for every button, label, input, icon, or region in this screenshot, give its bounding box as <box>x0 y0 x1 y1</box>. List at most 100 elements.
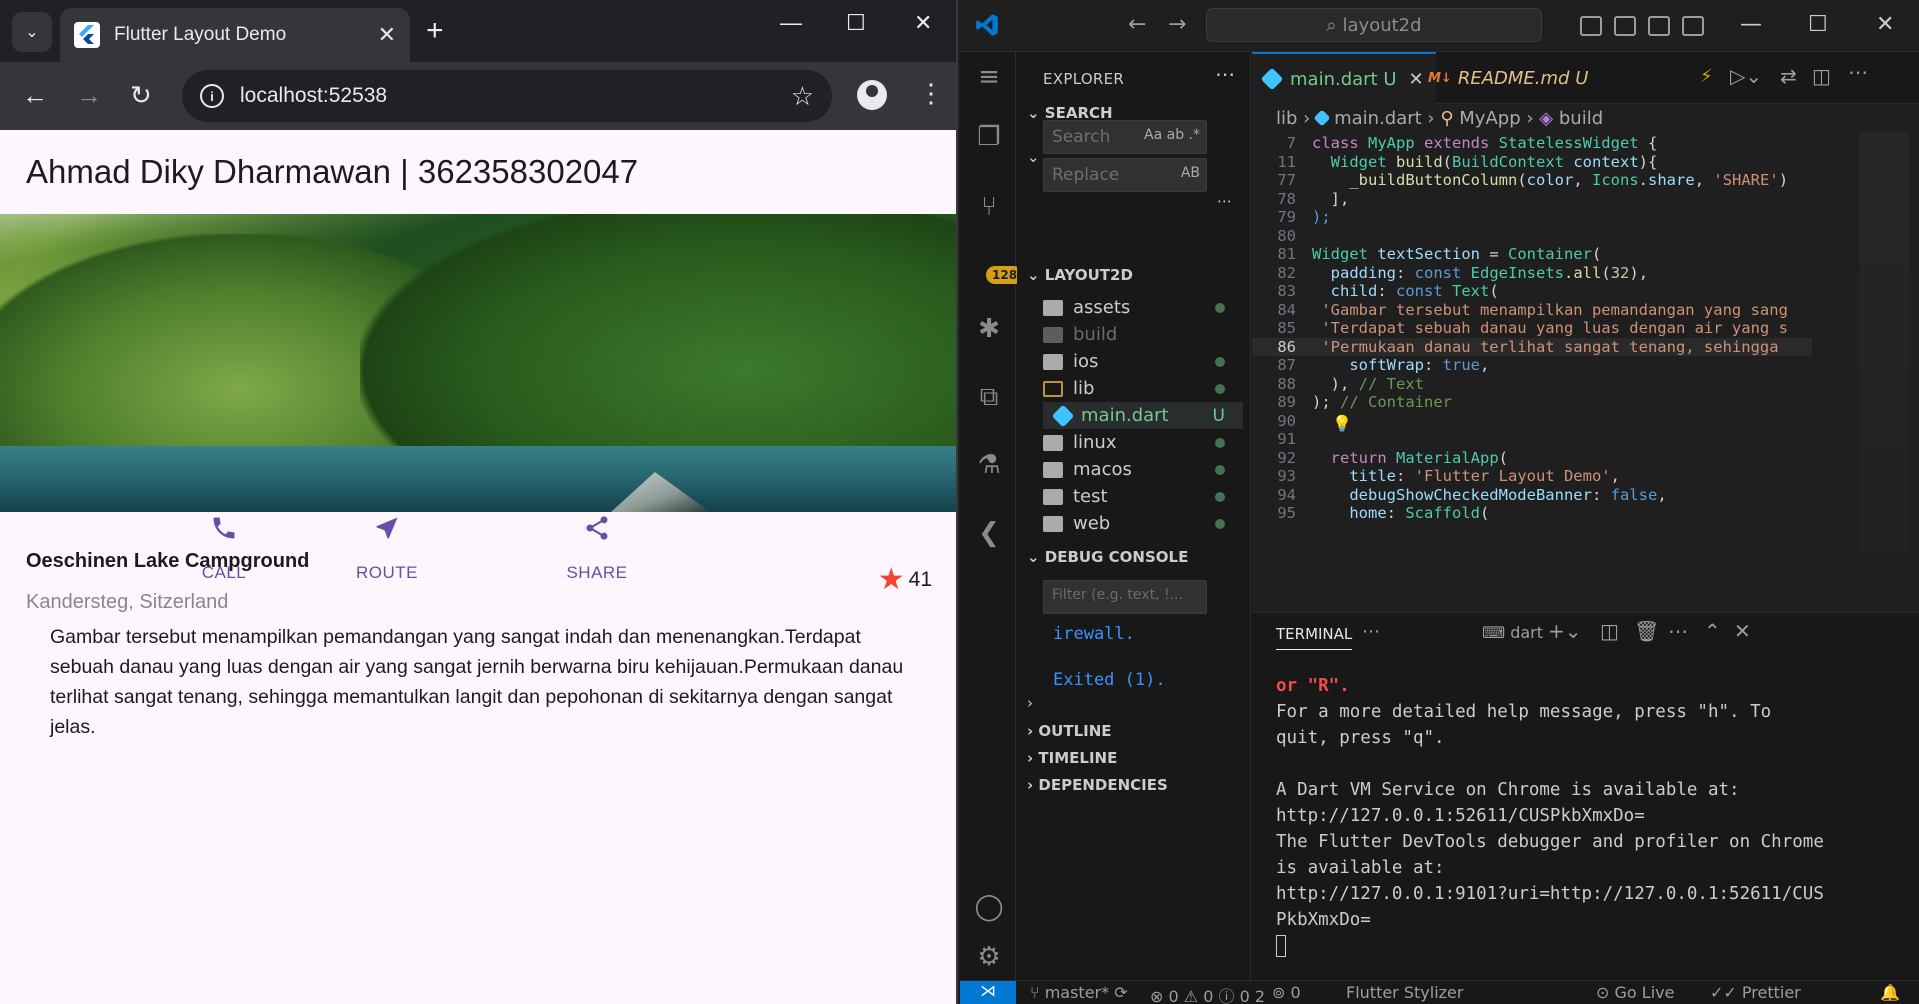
account-icon[interactable]: ◯ <box>974 892 1004 922</box>
replace-input[interactable]: Replace AB <box>1043 158 1207 192</box>
reload-icon[interactable]: ↻ <box>130 80 152 111</box>
console-filter-input[interactable]: Filter (e.g. text, !... <box>1043 580 1207 614</box>
tree-folder-ios[interactable]: ios <box>1043 348 1243 375</box>
tree-folder-test[interactable]: test <box>1043 483 1243 510</box>
flutter-stylizer-status[interactable]: Flutter Stylizer <box>1346 983 1463 1002</box>
terminal-tab[interactable]: TERMINAL <box>1276 625 1353 650</box>
toggle-secondary-sidebar-icon[interactable] <box>1648 16 1670 36</box>
menu-icon[interactable]: ≡ <box>974 62 1004 92</box>
close-tab-icon[interactable]: ✕ <box>378 22 396 48</box>
profile-avatar-icon[interactable] <box>857 80 887 110</box>
route-button[interactable]: ROUTE <box>317 507 457 583</box>
problems-status[interactable]: ⊗ 0 ⚠ 0 ⓘ 0 2 <box>1150 983 1265 1004</box>
tree-folder-linux[interactable]: linux <box>1043 429 1243 456</box>
tree-folder-build[interactable]: build <box>1043 321 1243 348</box>
extensions-icon[interactable]: ⧉ <box>974 382 1004 412</box>
nav-forward-icon[interactable]: → <box>1168 12 1186 37</box>
command-center[interactable]: ⌕ layout2d <box>1206 8 1542 42</box>
timeline-section-header[interactable]: › TIMELINE <box>1027 749 1117 767</box>
code-editor[interactable]: 7 class MyApp extends StatelessWidget { 1… <box>1252 134 1812 523</box>
tree-file-main-dart[interactable]: main.dart U <box>1043 402 1243 429</box>
terminal-line: A Dart VM Service on Chrome is available… <box>1276 780 1740 800</box>
toggle-primary-sidebar-icon[interactable] <box>1580 16 1602 36</box>
settings-gear-icon[interactable]: ⚙ <box>974 942 1004 972</box>
console-line: irewall. <box>1053 624 1135 644</box>
terminal-output[interactable]: or "R". For a more detailed help message… <box>1276 673 1876 959</box>
lightbulb-icon[interactable]: 💡 <box>1332 414 1352 433</box>
go-live-status[interactable]: ⊙ Go Live <box>1596 983 1674 1002</box>
tree-folder-assets[interactable]: assets <box>1043 294 1243 321</box>
new-terminal-icon[interactable]: +⌄ <box>1548 619 1582 643</box>
share-button[interactable]: SHARE <box>527 507 667 583</box>
tab-main-dart[interactable]: main.dart U ✕ <box>1252 52 1436 104</box>
maximize-panel-icon[interactable]: ⌃ <box>1704 619 1721 643</box>
toggle-replace-icon[interactable]: ⌄ <box>1027 148 1040 166</box>
bookmark-star-icon[interactable]: ☆ <box>791 81 814 112</box>
minimize-icon[interactable]: — <box>1740 12 1762 37</box>
new-tab-button[interactable]: + <box>426 14 444 48</box>
run-icon[interactable]: ▷⌄ <box>1730 64 1762 88</box>
more-menu-icon[interactable]: ⋮ <box>918 78 944 109</box>
panel-more-icon[interactable]: ⋯ <box>1362 621 1380 642</box>
browser-toolbar: ← → ↻ i localhost:52538 ☆ ⋮ <box>0 62 956 130</box>
editor-tab-bar: main.dart U ✕ M↓ README.md U ⚡ ▷⌄ ⇄ ◫ ⋯ <box>1252 52 1919 104</box>
site-info-icon[interactable]: i <box>200 84 224 108</box>
terminal-shell[interactable]: ⌨ dart <box>1482 623 1543 642</box>
prettier-status[interactable]: ✓✓ Prettier <box>1710 983 1801 1002</box>
close-window-icon[interactable]: ✕ <box>914 10 932 36</box>
editor-more-icon[interactable]: ⋯ <box>1848 60 1868 84</box>
testing-icon[interactable]: ⚗ <box>974 450 1004 480</box>
sticky-line: 11 Widget build(BuildContext context){ <box>1277 152 1658 171</box>
minimap[interactable] <box>1859 132 1909 552</box>
split-terminal-icon[interactable]: ◫ <box>1600 619 1619 643</box>
restore-icon[interactable]: ☐ <box>1808 12 1828 37</box>
maximize-icon[interactable]: ☐ <box>846 10 866 36</box>
dart-icon <box>1051 404 1075 427</box>
customize-layout-icon[interactable] <box>1682 16 1704 36</box>
minimize-icon[interactable]: — <box>780 10 802 36</box>
search-options[interactable]: Aa ab .* <box>1144 127 1200 143</box>
compare-icon[interactable]: ⇄ <box>1780 64 1797 88</box>
forward-icon[interactable]: → <box>76 80 102 111</box>
flutter-icon[interactable]: ❮ <box>974 518 1004 548</box>
breadcrumb: lib › main.dart › ⚲ MyApp › ◈ build <box>1276 107 1604 129</box>
folder-icon <box>1043 515 1063 532</box>
outline-section-header[interactable]: › OUTLINE <box>1027 722 1112 740</box>
address-bar[interactable]: i localhost:52538 ☆ <box>182 70 832 122</box>
chevron-right-icon[interactable]: › <box>1027 694 1033 712</box>
back-icon[interactable]: ← <box>22 80 48 111</box>
close-panel-icon[interactable]: ✕ <box>1734 619 1751 643</box>
call-button[interactable]: CALL <box>154 507 294 583</box>
url-text[interactable]: localhost:52538 <box>240 84 791 108</box>
dependencies-section-header[interactable]: › DEPENDENCIES <box>1027 776 1168 794</box>
debug-icon[interactable]: ✱ <box>974 314 1004 344</box>
more-search-options-icon[interactable]: ⋯ <box>1217 192 1232 210</box>
split-editor-icon[interactable]: ◫ <box>1812 64 1831 88</box>
close-window-icon[interactable]: ✕ <box>1876 12 1894 37</box>
source-control-icon[interactable]: ⑂ <box>974 192 1004 222</box>
toggle-panel-icon[interactable] <box>1614 16 1636 36</box>
explorer-icon[interactable]: ❐ <box>974 122 1004 152</box>
code-line: 92 return MaterialApp( <box>1277 448 1508 467</box>
nav-back-icon[interactable]: ← <box>1128 12 1146 37</box>
notifications-icon[interactable]: 🔔 <box>1880 983 1900 1002</box>
preserve-case-option[interactable]: AB <box>1181 165 1200 181</box>
kill-terminal-icon[interactable]: 🗑 <box>1634 619 1659 643</box>
code-line: 79); <box>1277 208 1331 226</box>
code-line: 82 padding: const EdgeInsets.all(32), <box>1277 263 1649 282</box>
tree-folder-web[interactable]: web <box>1043 510 1243 537</box>
search-input[interactable]: Search Aa ab .* <box>1043 120 1207 154</box>
project-section-header[interactable]: ⌄ LAYOUT2D <box>1027 266 1133 284</box>
tab-readme[interactable]: M↓ README.md U <box>1416 52 1600 104</box>
tab-search-button[interactable]: ⌄ <box>12 12 52 52</box>
tree-folder-macos[interactable]: macos <box>1043 456 1243 483</box>
tree-folder-lib[interactable]: lib <box>1043 375 1243 402</box>
remote-indicator-icon[interactable]: ⋊ <box>960 981 1016 1004</box>
hot-reload-icon[interactable]: ⚡ <box>1700 66 1713 87</box>
browser-tab[interactable]: Flutter Layout Demo ✕ <box>60 8 410 62</box>
ports-status[interactable]: ⊚ 0 <box>1272 983 1301 1002</box>
terminal-more-icon[interactable]: ⋯ <box>1668 619 1688 643</box>
debug-console-header[interactable]: ⌄ DEBUG CONSOLE <box>1027 548 1188 566</box>
more-actions-icon[interactable]: ⋯ <box>1215 62 1235 86</box>
branch-status[interactable]: ⑂ master* ⟳ <box>1030 983 1128 1002</box>
